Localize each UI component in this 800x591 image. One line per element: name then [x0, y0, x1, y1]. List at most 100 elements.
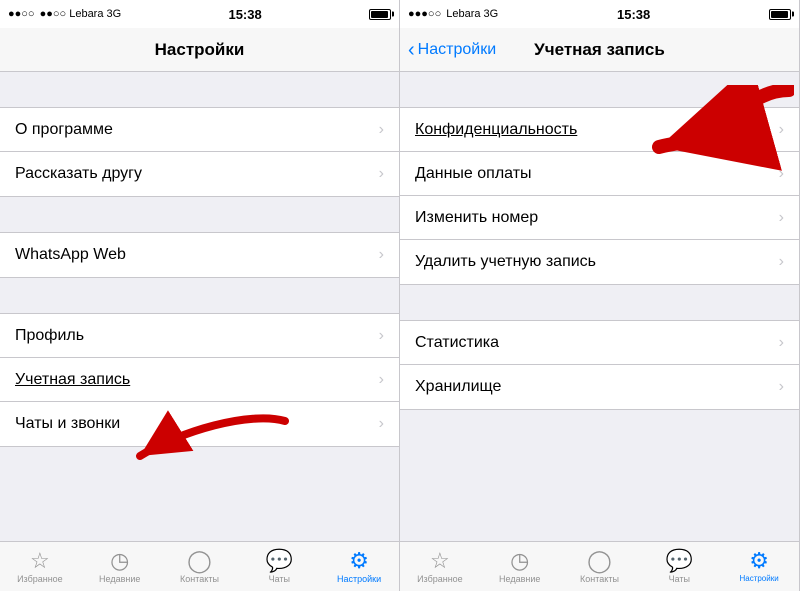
- spacer1: [0, 72, 399, 107]
- chats-label-right: Чаты: [669, 574, 690, 584]
- tab-bar-left: ☆ Избранное ◷ Недавние ◯ Контакты 💬 Чаты…: [0, 541, 399, 591]
- tab-bar-right: ☆ Избранное ◷ Недавние ◯ Контакты 💬 Чаты…: [400, 541, 799, 591]
- settings-item-chats-label: Чаты и звонки: [15, 415, 120, 433]
- time-left: 15:38: [228, 7, 261, 22]
- settings-icon-left: ⚙: [349, 550, 369, 572]
- tab-settings-right[interactable]: ⚙ Настройки: [719, 550, 799, 583]
- chevron-profile: ›: [379, 327, 384, 345]
- settings-item-profile[interactable]: Профиль ›: [0, 314, 399, 358]
- tab-recent-right[interactable]: ◷ Недавние: [480, 550, 560, 584]
- panel-account: ●●●○○ Lebara 3G 15:38 ‹ Настройки Учетна…: [400, 0, 800, 591]
- settings-item-account-label: Учетная запись: [15, 371, 130, 389]
- status-bar-left: ●●○○ ●●○○ Lebara 3G 15:38: [0, 0, 399, 28]
- tab-chats-right[interactable]: 💬 Чаты: [639, 550, 719, 584]
- settings-item-about[interactable]: О программе ›: [0, 108, 399, 152]
- chevron-chats: ›: [379, 415, 384, 433]
- settings-item-about-label: О программе: [15, 121, 113, 139]
- tab-favorites-right[interactable]: ☆ Избранное: [400, 550, 480, 584]
- account-item-storage[interactable]: Хранилище ›: [400, 365, 799, 409]
- settings-label-left: Настройки: [337, 574, 381, 584]
- chevron-privacy: ›: [779, 121, 784, 139]
- settings-section-1: О программе › Рассказать другу ›: [0, 107, 399, 197]
- carrier-name-right: Lebara 3G: [446, 8, 498, 20]
- chevron-delete: ›: [779, 253, 784, 271]
- favorites-label-left: Избранное: [17, 574, 63, 584]
- account-section-1: Конфиденциальность › Данные оплаты › Изм…: [400, 107, 799, 285]
- account-item-stats[interactable]: Статистика ›: [400, 321, 799, 365]
- account-item-storage-label: Хранилище: [415, 378, 501, 396]
- account-item-privacy-label: Конфиденциальность: [415, 121, 577, 139]
- chevron-whatsapp-web: ›: [379, 246, 384, 264]
- chevron-payment: ›: [779, 165, 784, 183]
- settings-icon-right: ⚙: [749, 550, 769, 572]
- chevron-storage: ›: [779, 378, 784, 396]
- settings-section-2: WhatsApp Web ›: [0, 232, 399, 278]
- back-label: Настройки: [418, 41, 496, 59]
- settings-item-whatsapp-web[interactable]: WhatsApp Web ›: [0, 233, 399, 277]
- chevron-invite: ›: [379, 165, 384, 183]
- recent-label-left: Недавние: [99, 574, 140, 584]
- carrier-signal-right: ●●●○○ Lebara 3G: [408, 8, 498, 20]
- signal-dots-right: ●●●○○: [408, 8, 441, 20]
- account-item-privacy[interactable]: Конфиденциальность ›: [400, 108, 799, 152]
- settings-content: О программе › Рассказать другу › WhatsAp…: [0, 72, 399, 541]
- chevron-stats: ›: [779, 334, 784, 352]
- settings-item-profile-label: Профиль: [15, 327, 84, 345]
- back-chevron: ‹: [408, 40, 415, 60]
- contacts-icon-left: ◯: [187, 550, 212, 572]
- account-content: Конфиденциальность › Данные оплаты › Изм…: [400, 72, 799, 541]
- panel-settings: ●●○○ ●●○○ Lebara 3G 15:38 Настройки О пр…: [0, 0, 400, 591]
- contacts-label-left: Контакты: [180, 574, 219, 584]
- account-item-delete-label: Удалить учетную запись: [415, 253, 596, 271]
- settings-item-invite[interactable]: Рассказать другу ›: [0, 152, 399, 196]
- recent-icon-left: ◷: [110, 550, 129, 572]
- chats-label-left: Чаты: [269, 574, 290, 584]
- account-item-payment[interactable]: Данные оплаты ›: [400, 152, 799, 196]
- settings-label-right: Настройки: [739, 574, 778, 583]
- nav-title-settings: Настройки: [155, 40, 245, 60]
- account-item-delete[interactable]: Удалить учетную запись ›: [400, 240, 799, 284]
- account-item-change-number[interactable]: Изменить номер ›: [400, 196, 799, 240]
- battery-right: [769, 9, 791, 20]
- account-item-payment-label: Данные оплаты: [415, 165, 532, 183]
- tab-favorites-left[interactable]: ☆ Избранное: [0, 550, 80, 584]
- back-button-account[interactable]: ‹ Настройки: [408, 40, 496, 60]
- contacts-label-right: Контакты: [580, 574, 619, 584]
- recent-icon-right: ◷: [510, 550, 529, 572]
- favorites-icon-right: ☆: [430, 550, 450, 572]
- chevron-about: ›: [379, 121, 384, 139]
- chevron-account: ›: [379, 371, 384, 389]
- account-item-stats-label: Статистика: [415, 334, 499, 352]
- chats-icon-right: 💬: [666, 550, 693, 572]
- battery-left: [369, 9, 391, 20]
- nav-bar-settings: Настройки: [0, 28, 399, 72]
- status-bar-right: ●●●○○ Lebara 3G 15:38: [400, 0, 799, 28]
- settings-section-3: Профиль › Учетная запись › Чаты и звонки…: [0, 313, 399, 447]
- carrier-signal-left: ●●○○ ●●○○ Lebara 3G: [8, 8, 121, 20]
- tab-contacts-right[interactable]: ◯ Контакты: [560, 550, 640, 584]
- favorites-icon-left: ☆: [30, 550, 50, 572]
- tab-recent-left[interactable]: ◷ Недавние: [80, 550, 160, 584]
- settings-item-chats[interactable]: Чаты и звонки ›: [0, 402, 399, 446]
- chevron-change-number: ›: [779, 209, 784, 227]
- nav-bar-account: ‹ Настройки Учетная запись: [400, 28, 799, 72]
- chats-icon-left: 💬: [266, 550, 293, 572]
- favorites-label-right: Избранное: [417, 574, 463, 584]
- contacts-icon-right: ◯: [587, 550, 612, 572]
- settings-item-account[interactable]: Учетная запись ›: [0, 358, 399, 402]
- carrier-name: ●●○○ Lebara 3G: [40, 8, 122, 20]
- settings-item-invite-label: Рассказать другу: [15, 165, 142, 183]
- spacer3: [0, 278, 399, 313]
- nav-title-account: Учетная запись: [534, 40, 665, 60]
- tab-contacts-left[interactable]: ◯ Контакты: [160, 550, 240, 584]
- account-item-change-number-label: Изменить номер: [415, 209, 538, 227]
- signal-dots: ●●○○: [8, 8, 35, 20]
- spacer-r1: [400, 72, 799, 107]
- tab-chats-left[interactable]: 💬 Чаты: [239, 550, 319, 584]
- recent-label-right: Недавние: [499, 574, 540, 584]
- settings-item-whatsapp-web-label: WhatsApp Web: [15, 246, 126, 264]
- account-section-2: Статистика › Хранилище ›: [400, 320, 799, 410]
- spacer2: [0, 197, 399, 232]
- tab-settings-left[interactable]: ⚙ Настройки: [319, 550, 399, 584]
- spacer-r2: [400, 285, 799, 320]
